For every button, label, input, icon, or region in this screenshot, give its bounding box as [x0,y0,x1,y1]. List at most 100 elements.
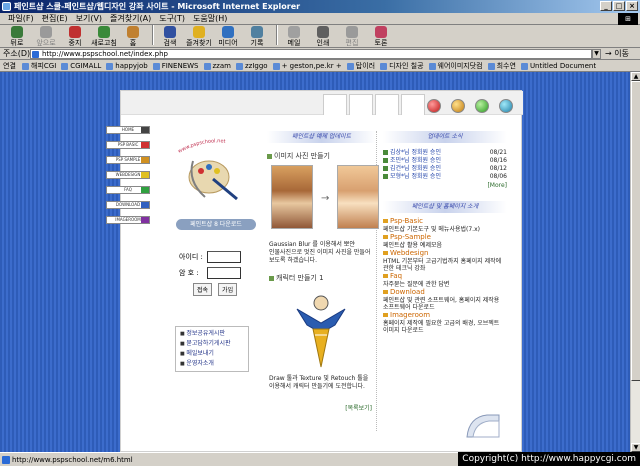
toolbar-button[interactable]: 홈 [120,25,146,47]
login-form: 아이디 : 암 호 : 접속 가입 [179,251,241,296]
scroll-thumb[interactable] [631,81,640,381]
edit-icon [346,26,358,38]
toolbar-button[interactable]: 중지 [62,25,88,47]
link-page-icon [520,62,528,70]
join-button[interactable]: 가입 [218,283,238,296]
toolbar-button[interactable]: 인쇄 [310,25,336,47]
close-button[interactable]: × [626,1,638,11]
ie-icon [2,2,11,11]
character-image-icon[interactable] [291,289,351,369]
toolbar-button[interactable]: 토론 [368,25,394,47]
site-logo[interactable]: www.pspschool.net [173,133,243,203]
menu-tube-home[interactable]: HOME [106,126,150,134]
menu-favorites[interactable]: 즐겨찾기(A) [106,13,155,24]
menu-tube-download[interactable]: DOWNLOAD [106,201,150,209]
link-item[interactable]: zzam [203,60,231,71]
toolbar-button[interactable]: 새로고침 [91,25,117,47]
password-input[interactable] [207,267,241,279]
menu-view[interactable]: 보기(V) [72,13,106,24]
toolbar-button[interactable]: 검색 [157,25,183,47]
menu-tube-psp-basic[interactable]: PSP BASIC [106,141,150,149]
toolbar-button[interactable]: 기록 [244,25,270,47]
download-psp-button[interactable]: 페인트샵 8 다운로드 [176,219,256,230]
menu-tube-imageroom[interactable]: IMAGEROOM [106,216,150,224]
address-input[interactable]: http://www.pspschool.net/index.php [30,49,592,59]
cyan-ball-icon[interactable] [499,99,513,113]
item2-title[interactable]: 캐릭터 만들기 1 [269,273,324,283]
maximize-button[interactable]: □ [613,1,625,11]
news-item[interactable]: 김상*님 정회원 승인 08/21 [383,149,507,157]
login-button[interactable]: 접속 [193,283,213,296]
toolbar-button[interactable]: 메일 [281,25,307,47]
item1-title[interactable]: 이미지 사진 만들기 [267,151,376,161]
go-button[interactable]: → 이동 [605,48,629,60]
tube-cap-icon [141,187,149,193]
green-ball-icon[interactable] [475,99,489,113]
link-item[interactable]: Untitled Document [520,60,596,71]
section-link[interactable]: Imageroom [383,311,507,320]
section-link[interactable]: Faq [383,272,507,281]
id-label: 아이디 : [179,253,203,261]
link-item[interactable]: 최수연 [487,60,516,71]
links-label: 연결 [3,62,16,70]
address-url: http://www.pspschool.net/index.php [42,50,168,58]
red-ball-icon[interactable] [427,99,441,113]
news-title: 모형*님 정회원 승인 [383,173,441,181]
section-link[interactable]: Psp-Basic [383,217,507,226]
minimize-button[interactable]: _ [600,1,612,11]
toolbar-button[interactable]: 앞으로 [33,25,59,47]
link-item[interactable]: FINENEWS [152,60,199,71]
top-tab[interactable] [323,94,347,115]
link-label: 탑이러 [355,62,376,70]
top-tab[interactable] [401,94,425,115]
news-item[interactable]: 김건*님 정회원 승인 08/12 [383,165,507,173]
link-page-icon [428,62,436,70]
menu-tube-faq[interactable]: FAQ [106,186,150,194]
link-page-icon [346,62,354,70]
list-more-link[interactable]: [목록보기] [345,403,372,412]
toolbar-button[interactable]: 미디어 [215,25,241,47]
menu-tube-psp-sample[interactable]: PSP SAMPLE [106,156,150,164]
section-link[interactable]: Psp-Sample [383,233,507,242]
toolbar-button[interactable]: 즐겨찾기 [186,25,212,47]
vertical-scrollbar[interactable]: ▲ ▼ [630,72,640,452]
menu-file[interactable]: 파일(F) [4,13,38,24]
link-item[interactable]: + geston,pe.kr + [272,60,342,71]
section-link[interactable]: Webdesign [383,249,507,258]
link-item[interactable]: 웨어이미지닷컴 [428,60,483,71]
toolbar-button-label: 홈 [129,39,137,47]
orange-ball-icon[interactable] [451,99,465,113]
palette-logo-icon: www.pspschool.net [177,138,238,201]
info-link[interactable]: 정보공유게시판 [180,329,244,339]
menu-tube-webdesign[interactable]: WEBDESIGN [106,171,150,179]
link-item[interactable]: 해피CGI [22,60,56,71]
menu-edit[interactable]: 편집(E) [38,13,72,24]
toolbar-button[interactable]: 편집 [339,25,365,47]
link-item[interactable]: happyjob [106,60,148,71]
news-item[interactable]: 모형*님 정회원 승인 08/06 [383,173,507,181]
toolbar-button[interactable]: 뒤로 [4,25,30,47]
portrait-photo-after[interactable] [337,165,379,229]
news-item[interactable]: 조민*님 정회원 승인 08/16 [383,157,507,165]
id-input[interactable] [207,251,241,263]
address-dropdown-button[interactable]: ▼ [592,49,601,59]
top-tab[interactable] [375,94,399,115]
info-link[interactable]: 메일보내기 [180,349,244,359]
menu-help[interactable]: 도움말(H) [189,13,231,24]
windows-logo-icon: ⊞ [618,13,638,25]
info-link[interactable]: 운영자소개 [180,359,244,369]
section-link[interactable]: Download [383,288,507,297]
info-link[interactable]: 묻고답하기게시판 [180,339,244,349]
link-item[interactable]: 디자인 칠공 [380,60,424,71]
link-item[interactable]: CGIMALL [61,60,101,71]
scroll-down-button[interactable]: ▼ [631,443,640,452]
top-tab[interactable] [349,94,373,115]
scroll-up-button[interactable]: ▲ [631,72,640,81]
back-arrow-icon [11,26,23,38]
link-item[interactable]: zzIggo [235,60,268,71]
news-more-link[interactable]: [More] [383,182,507,189]
menu-tools[interactable]: 도구(T) [155,13,189,24]
link-item[interactable]: 탑이러 [346,60,376,71]
toolbar-button-label: 인쇄 [316,39,330,47]
portrait-photo-before[interactable] [271,165,313,229]
